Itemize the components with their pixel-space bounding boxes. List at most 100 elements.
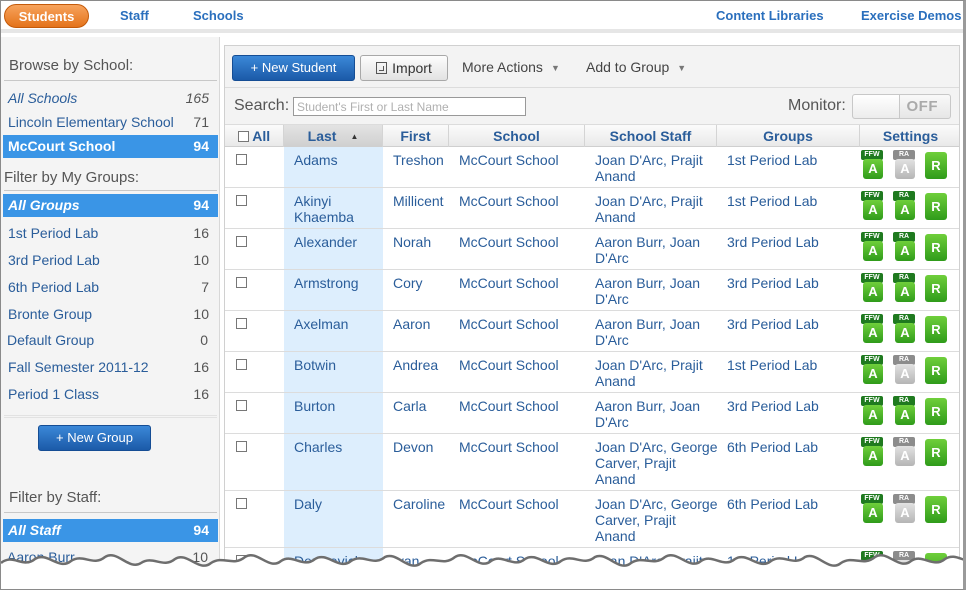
sidebar-item-mccourt-school[interactable]: McCourt School 94 (3, 135, 218, 158)
tab-exercise-demos[interactable]: Exercise Demos (861, 4, 961, 28)
reading-badge[interactable]: R (925, 191, 947, 224)
table-row[interactable]: Armstrong Cory McCourt School Aaron Burr, J… (225, 270, 959, 311)
ffw-assessment-badge[interactable]: FFWA (861, 232, 883, 265)
search-input[interactable] (293, 97, 526, 116)
sidebar-item-count: 71 (193, 114, 209, 130)
reading-badge[interactable]: R (925, 494, 947, 527)
tab-content-libraries[interactable]: Content Libraries (716, 4, 824, 28)
row-checkbox[interactable] (236, 400, 247, 411)
tab-schools[interactable]: Schools (193, 4, 244, 28)
cell-last-name[interactable]: Akinyi Khaemba (294, 193, 382, 225)
sidebar-item-group[interactable]: Bronte Group 10 (3, 303, 218, 326)
ffw-assessment-badge[interactable]: FFWA (861, 314, 883, 347)
row-checkbox[interactable] (236, 441, 247, 452)
row-checkbox[interactable] (236, 318, 247, 329)
cell-last-name[interactable]: Axelman (294, 316, 382, 332)
sidebar-item-group[interactable]: 1st Period Lab 16 (3, 222, 218, 245)
reading-badge[interactable]: R (925, 150, 947, 183)
sidebar-item-label: Period 1 Class (8, 386, 100, 402)
app-window: Students Staff Schools Content Libraries… (0, 0, 966, 590)
row-checkbox[interactable] (236, 498, 247, 509)
table-row[interactable]: Charles Devon McCourt School Joan D'Arc, Ge… (225, 434, 959, 491)
more-actions-label: More Actions (462, 59, 543, 75)
monitor-toggle[interactable]: OFF (852, 94, 951, 119)
ffw-assessment-badge[interactable]: FFWA (861, 150, 883, 183)
import-label: Import (392, 60, 432, 76)
reading-badge[interactable]: R (925, 437, 947, 470)
sidebar-item-group[interactable]: Default Group 0 (2, 329, 217, 352)
reading-badge[interactable]: R (925, 314, 947, 347)
cell-last-name[interactable]: Adams (294, 152, 382, 168)
ffw-assessment-badge[interactable]: FFWA (861, 355, 883, 388)
table-row[interactable]: Botwin Andrea McCourt School Joan D'Arc, Pr… (225, 352, 959, 393)
reading-badge[interactable]: R (925, 396, 947, 429)
new-student-button[interactable]: + New Student (232, 55, 355, 81)
ffw-assessment-badge[interactable]: FFWA (861, 191, 883, 224)
sidebar-item-group[interactable]: 6th Period Lab 7 (3, 276, 218, 299)
select-all-header[interactable]: All (225, 125, 284, 147)
ra-assessment-badge[interactable]: RAA (893, 494, 915, 527)
cell-settings: FFWA RAA R (861, 232, 951, 268)
column-header-school-staff[interactable]: School Staff (585, 125, 717, 147)
table-row[interactable]: Akinyi Khaemba Millicent McCourt School Joa… (225, 188, 959, 229)
select-all-checkbox[interactable] (237, 131, 249, 142)
tab-staff[interactable]: Staff (120, 4, 149, 28)
cell-last-name[interactable]: Botwin (294, 357, 382, 373)
cell-last-name[interactable]: Burton (294, 398, 382, 414)
sidebar-item-all-staff[interactable]: All Staff 94 (3, 519, 218, 542)
table-row[interactable]: Axelman Aaron McCourt School Aaron Burr, Jo… (225, 311, 959, 352)
cell-last-name[interactable]: Alexander (294, 234, 382, 250)
cell-last-name[interactable]: Daly (294, 496, 382, 512)
ra-assessment-badge[interactable]: RAA (893, 273, 915, 306)
row-checkbox[interactable] (236, 277, 247, 288)
badge-letter: R (925, 357, 947, 384)
column-header-last[interactable]: Last ▲ (284, 125, 383, 147)
row-checkbox[interactable] (236, 359, 247, 370)
ffw-assessment-badge[interactable]: FFWA (861, 494, 883, 527)
row-checkbox[interactable] (236, 154, 247, 165)
ra-assessment-badge[interactable]: RAA (893, 191, 915, 224)
sidebar-item-group[interactable]: Fall Semester 2011-12 16 (3, 356, 218, 379)
sidebar-item-group[interactable]: Period 1 Class 16 (3, 383, 218, 406)
ra-assessment-badge[interactable]: RAA (893, 437, 915, 470)
ra-assessment-badge[interactable]: RAA (893, 396, 915, 429)
column-header-school[interactable]: School (449, 125, 585, 147)
import-button[interactable]: Import (360, 55, 448, 81)
table-row[interactable]: Alexander Norah McCourt School Aaron Burr, … (225, 229, 959, 270)
row-checkbox-cell (236, 495, 247, 511)
cell-last-name[interactable]: Armstrong (294, 275, 382, 291)
sidebar-item-label: McCourt School (8, 138, 116, 154)
cell-first-name: Aaron (393, 316, 431, 332)
more-actions-menu[interactable]: More Actions ▼ (462, 59, 560, 75)
column-header-groups[interactable]: Groups (717, 125, 860, 147)
reading-badge[interactable]: R (925, 355, 947, 388)
badge-letter: A (863, 159, 883, 179)
row-checkbox[interactable] (236, 195, 247, 206)
ra-assessment-badge[interactable]: RAA (893, 150, 915, 183)
ffw-assessment-badge[interactable]: FFWA (861, 437, 883, 470)
reading-badge[interactable]: R (925, 273, 947, 306)
badge-letter: A (863, 446, 883, 466)
ra-assessment-badge[interactable]: RAA (893, 314, 915, 347)
tab-students[interactable]: Students (4, 4, 89, 28)
ra-assessment-badge[interactable]: RAA (893, 232, 915, 265)
new-group-button[interactable]: + New Group (38, 425, 151, 451)
sidebar-item-lincoln-elementary[interactable]: Lincoln Elementary School 71 (3, 111, 218, 134)
sort-ascending-icon: ▲ (350, 132, 359, 141)
ffw-assessment-badge[interactable]: FFWA (861, 396, 883, 429)
table-row[interactable]: Burton Carla McCourt School Aaron Burr, Joa… (225, 393, 959, 434)
ra-assessment-badge[interactable]: RAA (893, 355, 915, 388)
sidebar-item-all-groups[interactable]: All Groups 94 (3, 194, 218, 217)
row-checkbox[interactable] (236, 236, 247, 247)
column-header-first[interactable]: First (383, 125, 449, 147)
table-row[interactable]: Adams Treshon McCourt School Joan D'Arc, Pr… (225, 147, 959, 188)
table-row[interactable]: Daly Caroline McCourt School Joan D'Arc, Ge… (225, 491, 959, 548)
toggle-state: OFF (906, 98, 938, 115)
sidebar-item-group[interactable]: 3rd Period Lab 10 (3, 249, 218, 272)
cell-last-name[interactable]: Charles (294, 439, 382, 455)
ffw-assessment-badge[interactable]: FFWA (861, 273, 883, 306)
add-to-group-menu[interactable]: Add to Group ▼ (586, 59, 686, 75)
row-checkbox-cell (236, 274, 247, 290)
reading-badge[interactable]: R (925, 232, 947, 265)
sidebar-item-all-schools[interactable]: All Schools 165 (3, 87, 218, 110)
